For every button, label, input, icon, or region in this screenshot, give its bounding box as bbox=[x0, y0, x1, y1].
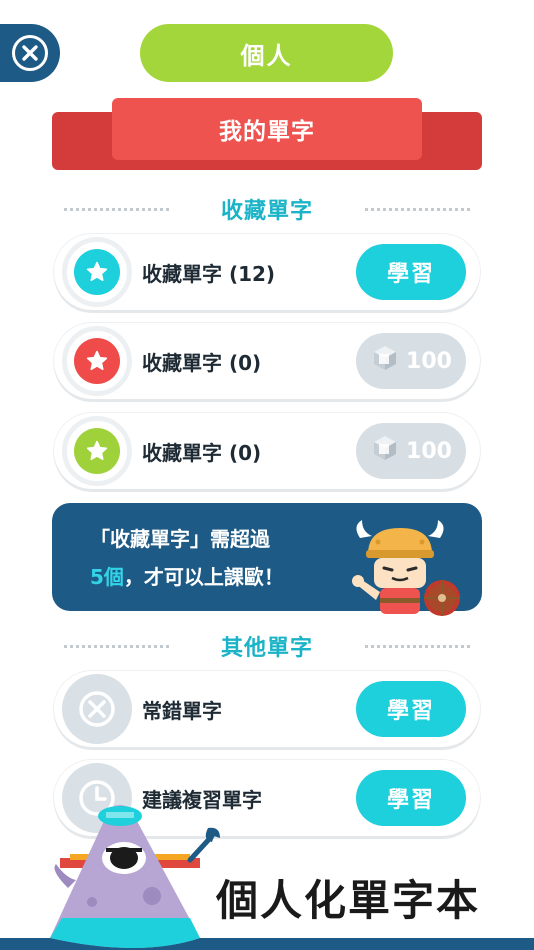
monster-mascot-icon bbox=[40, 798, 240, 950]
x-circle-icon bbox=[62, 674, 132, 744]
saved-section-header: 收藏單字 bbox=[64, 194, 470, 224]
page-title-ribbon: 我的單字 bbox=[52, 98, 482, 178]
saved-words-row-red: 收藏單字 (0) 100 bbox=[54, 323, 480, 399]
star-icon bbox=[74, 249, 120, 295]
study-button[interactable]: 學習 bbox=[356, 681, 466, 737]
mistake-words-row: 常錯單字 學習 bbox=[54, 671, 480, 747]
notice-line-2: 5個，才可以上課歐！ bbox=[90, 565, 284, 589]
other-section-title: 其他單字 bbox=[220, 636, 313, 661]
mistake-words-label: 常錯單字 bbox=[142, 698, 222, 723]
personal-tab[interactable]: 個人 bbox=[140, 24, 393, 82]
saved-words-label: 收藏單字 (0) bbox=[142, 440, 262, 465]
star-icon bbox=[74, 338, 120, 384]
unlock-cost-button[interactable]: 100 bbox=[356, 333, 466, 389]
close-button[interactable] bbox=[0, 24, 60, 82]
study-button[interactable]: 學習 bbox=[356, 770, 466, 826]
unlock-cost-button[interactable]: 100 bbox=[356, 423, 466, 479]
unlock-cost-label: 100 bbox=[406, 348, 452, 374]
saved-words-row-blue: 收藏單字 (12) 學習 bbox=[54, 234, 480, 310]
page-title: 我的單字 bbox=[112, 98, 422, 160]
star-icon bbox=[74, 428, 120, 474]
saved-words-label: 收藏單字 (12) bbox=[142, 261, 276, 286]
unlock-cost-label: 100 bbox=[406, 438, 452, 464]
cube-icon bbox=[370, 343, 400, 379]
saved-section-title: 收藏單字 bbox=[220, 199, 313, 224]
close-circle-icon bbox=[12, 35, 48, 71]
study-button[interactable]: 學習 bbox=[356, 244, 466, 300]
saved-words-row-green: 收藏單字 (0) 100 bbox=[54, 413, 480, 489]
promo-title: 個人化單字本 bbox=[216, 875, 481, 925]
other-section-header: 其他單字 bbox=[64, 631, 470, 661]
saved-words-label: 收藏單字 (0) bbox=[142, 350, 262, 375]
notice-line-1: 「收藏單字」需超過 bbox=[90, 527, 270, 551]
cube-icon bbox=[370, 433, 400, 469]
viking-mascot-icon bbox=[322, 518, 462, 618]
